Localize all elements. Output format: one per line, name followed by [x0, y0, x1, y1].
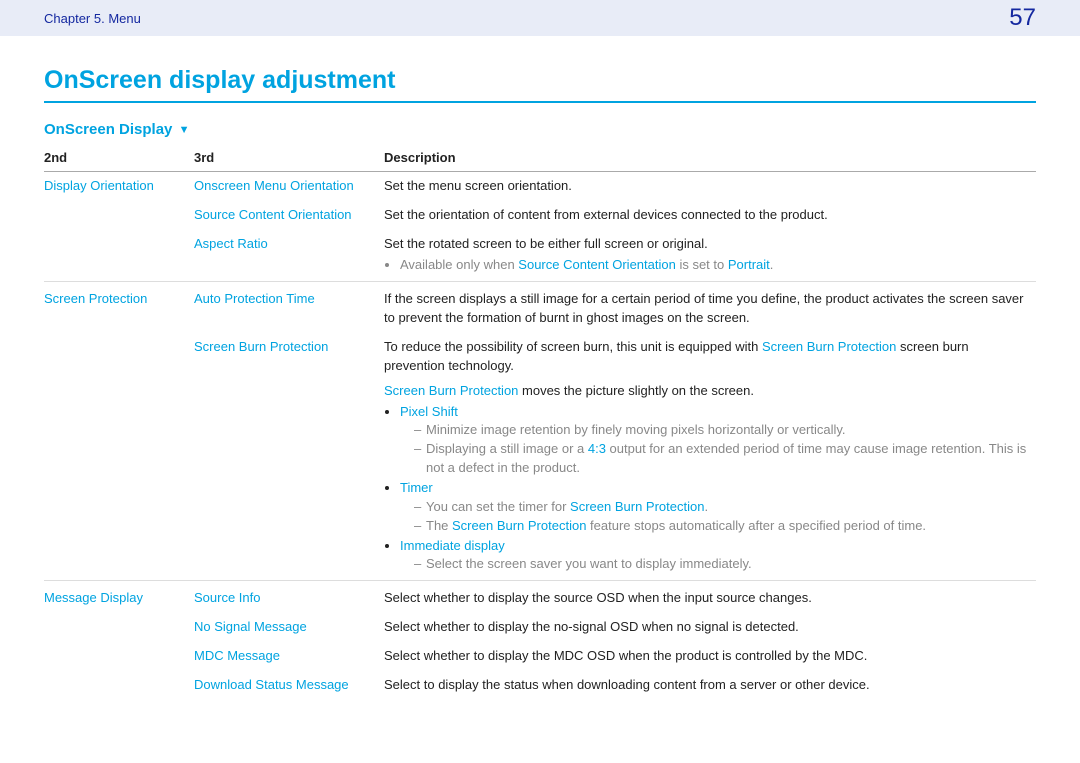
page-number: 57	[1009, 4, 1036, 32]
table-row: Download Status Message Select to displa…	[44, 671, 1036, 700]
cell-2nd: Screen Protection	[44, 282, 194, 333]
table-row: Screen Protection Auto Protection Time I…	[44, 282, 1036, 333]
note-text: Available only when	[400, 257, 518, 272]
table-row: Source Content Orientation Set the orien…	[44, 201, 1036, 230]
cell-desc: Select whether to display the MDC OSD wh…	[384, 642, 1036, 671]
cell-3rd: Screen Burn Protection	[194, 333, 384, 581]
cell-3rd: Download Status Message	[194, 671, 384, 700]
section-heading-text: OnScreen Display	[44, 121, 172, 138]
note-text: is set to	[676, 257, 728, 272]
cell-desc: Set the rotated screen to be either full…	[384, 230, 1036, 282]
cell-2nd: Message Display	[44, 581, 194, 613]
cell-3rd: No Signal Message	[194, 613, 384, 642]
aspect-ratio-desc: Set the rotated screen to be either full…	[384, 236, 708, 251]
cell-3rd: MDC Message	[194, 642, 384, 671]
settings-table: 2nd 3rd Description Display Orientation …	[44, 146, 1036, 700]
sbp-link: Screen Burn Protection	[762, 339, 896, 354]
cell-desc: Select whether to display the no-signal …	[384, 613, 1036, 642]
col-3rd: 3rd	[194, 146, 384, 172]
chapter-label: Chapter 5. Menu	[44, 11, 141, 26]
table-row: Aspect Ratio Set the rotated screen to b…	[44, 230, 1036, 282]
pixel-shift-d1: Minimize image retention by finely movin…	[414, 421, 1028, 440]
table-row: MDC Message Select whether to display th…	[44, 642, 1036, 671]
immediate-d1: Select the screen saver you want to disp…	[414, 555, 1028, 574]
cell-3rd: Source Info	[194, 581, 384, 613]
cell-desc: To reduce the possibility of screen burn…	[384, 333, 1036, 581]
cell-2nd: Display Orientation	[44, 172, 194, 201]
content-area: OnScreen display adjustment OnScreen Dis…	[0, 36, 1080, 700]
cell-desc: Select to display the status when downlo…	[384, 671, 1036, 700]
table-row: Message Display Source Info Select wheth…	[44, 581, 1036, 613]
timer-d2: The Screen Burn Protection feature stops…	[414, 517, 1028, 536]
sbp-moves-link: Screen Burn Protection	[384, 383, 518, 398]
triangle-down-icon: ▼	[179, 124, 190, 136]
sbp-moves-post: moves the picture slightly on the screen…	[518, 383, 754, 398]
page-header: Chapter 5. Menu 57	[0, 0, 1080, 36]
col-description: Description	[384, 146, 1036, 172]
cell-3rd: Source Content Orientation	[194, 201, 384, 230]
cell-3rd: Onscreen Menu Orientation	[194, 172, 384, 201]
cell-3rd: Auto Protection Time	[194, 282, 384, 333]
note-text: .	[770, 257, 774, 272]
note-link: Portrait	[728, 257, 770, 272]
aspect-ratio-note: Available only when Source Content Orien…	[384, 256, 1028, 275]
pixel-shift-d2: Displaying a still image or a 4:3 output…	[414, 440, 1028, 478]
sbp-feature-list: Pixel Shift Minimize image retention by …	[384, 403, 1028, 575]
cell-desc: If the screen displays a still image for…	[384, 282, 1036, 333]
page-title: OnScreen display adjustment	[44, 66, 1036, 103]
cell-desc: Set the menu screen orientation.	[384, 172, 1036, 201]
table-row: Screen Burn Protection To reduce the pos…	[44, 333, 1036, 581]
immediate-label: Immediate display	[400, 538, 505, 553]
pixel-shift-label: Pixel Shift	[400, 404, 458, 419]
cell-desc: Select whether to display the source OSD…	[384, 581, 1036, 613]
timer-label: Timer	[400, 480, 433, 495]
note-link: Source Content Orientation	[518, 257, 676, 272]
col-2nd: 2nd	[44, 146, 194, 172]
table-row: Display Orientation Onscreen Menu Orient…	[44, 172, 1036, 201]
timer-d1: You can set the timer for Screen Burn Pr…	[414, 498, 1028, 517]
cell-3rd: Aspect Ratio	[194, 230, 384, 282]
cell-desc: Set the orientation of content from exte…	[384, 201, 1036, 230]
table-row: No Signal Message Select whether to disp…	[44, 613, 1036, 642]
sbp-desc-pre: To reduce the possibility of screen burn…	[384, 339, 762, 354]
section-heading: OnScreen Display ▼	[44, 121, 1036, 138]
